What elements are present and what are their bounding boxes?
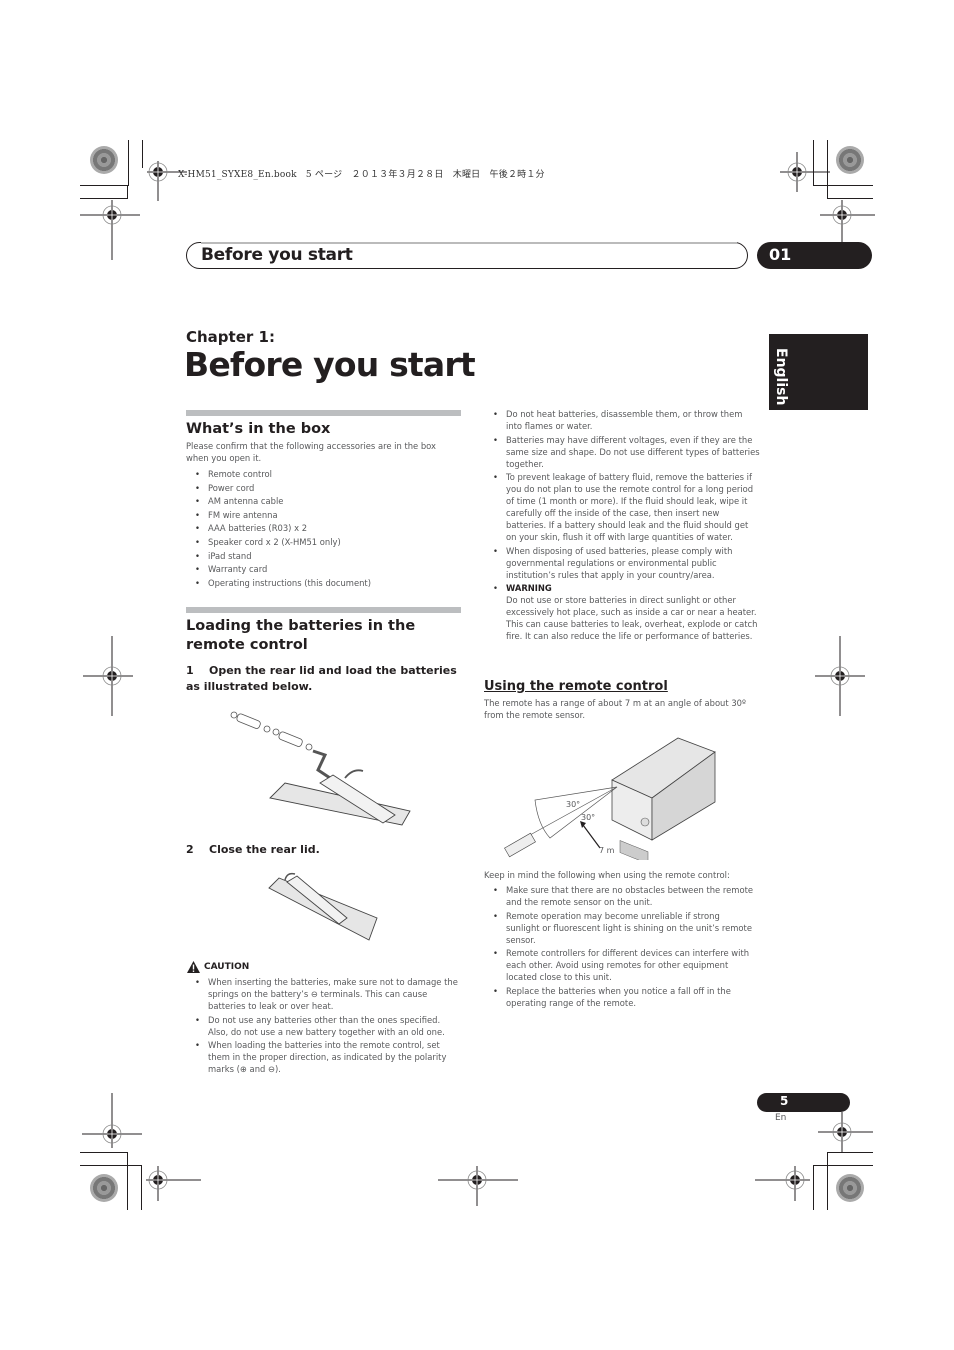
- print-header: X-HM51_SYXE8_En.book 5 ページ ２０１３年３月２８日 木曜…: [178, 170, 545, 180]
- remote-range-text: The remote has a range of about 7 m at a…: [484, 698, 746, 720]
- warning-text: Do not use or store batteries in direct …: [506, 595, 758, 642]
- lid-arrow-icon: [344, 769, 364, 779]
- list-item: Warranty card: [186, 563, 461, 575]
- section-divider: [186, 607, 461, 613]
- crop-line: [80, 1152, 128, 1153]
- crop-line: [80, 185, 129, 186]
- step-number: 1: [186, 664, 194, 677]
- unit-display: [619, 840, 649, 860]
- list-item: Remote controllers for different devices…: [484, 947, 754, 983]
- remote-icon: [504, 832, 536, 858]
- list-item: Batteries may have different voltages, e…: [484, 434, 760, 470]
- section-heading-loading-batteries: Loading the batteries in the remote cont…: [186, 618, 416, 653]
- list-item: When loading the batteries into the remo…: [186, 1039, 462, 1075]
- angle-label-lower: 30°: [581, 813, 595, 822]
- page-number: 5: [780, 1094, 789, 1108]
- section-heading-whats-in-box: What’s in the box: [186, 421, 331, 437]
- registration-crosshair-icon: [780, 152, 830, 192]
- list-item: Make sure that there are no obstacles be…: [484, 884, 754, 908]
- section-divider: [186, 410, 461, 416]
- list-item: To prevent leakage of battery fluid, rem…: [484, 471, 760, 543]
- range-label: 7 m: [599, 846, 615, 855]
- list-item: Remote operation may become unreliable i…: [484, 910, 754, 946]
- list-item: AM antenna cable: [186, 495, 461, 507]
- insert-arrow-icon: [312, 749, 331, 780]
- page-title: Before you start: [184, 345, 476, 384]
- registration-crosshair-icon: [818, 1112, 873, 1152]
- warning-item: WARNING Do not use or store batteries in…: [484, 582, 760, 642]
- registration-crosshair-icon: [146, 1166, 201, 1201]
- language-tab: English: [769, 334, 868, 410]
- list-item: Replace the batteries when you notice a …: [484, 985, 754, 1009]
- page-language-code: En: [775, 1113, 787, 1123]
- list-item: Remote control: [186, 468, 461, 480]
- registration-crosshair-icon: [82, 1093, 142, 1148]
- crop-line: [127, 1152, 128, 1210]
- remote-range-diagram: 30° 30° 7 m: [504, 737, 716, 860]
- list-item: Do not heat batteries, disassemble them,…: [484, 408, 760, 432]
- range-arc: [534, 786, 618, 839]
- step-1: 1 Open the rear lid and load the batterie…: [186, 663, 461, 695]
- list-item: FM wire antenna: [186, 509, 461, 521]
- section-heading-using-remote: Using the remote control: [484, 679, 668, 694]
- registration-rosette-icon: [836, 1174, 864, 1202]
- battery-precautions-list: Do not heat batteries, disassemble them,…: [484, 408, 760, 644]
- angle-label-upper: 30°: [566, 800, 580, 809]
- volume-knob-icon: [640, 817, 650, 827]
- whats-in-box-intro: Please confirm that the following access…: [186, 441, 436, 463]
- step-2: 2 Close the rear lid.: [186, 842, 461, 858]
- crop-line: [827, 1152, 873, 1153]
- list-item: Do not use any batteries other than the …: [186, 1014, 462, 1038]
- crop-line: [80, 1165, 142, 1166]
- registration-rosette-icon: [836, 146, 864, 174]
- chapter-label: Chapter 1:: [186, 328, 275, 346]
- registration-rosette-icon: [90, 1174, 118, 1202]
- caution-list: When inserting the batteries, make sure …: [186, 976, 462, 1077]
- close-lid-illustration: [268, 872, 378, 941]
- step-text: Close the rear lid.: [209, 843, 320, 856]
- keep-in-mind-text: Keep in mind the following when using th…: [484, 870, 730, 880]
- registration-crosshair-icon: [83, 636, 133, 716]
- registration-crosshair-icon: [438, 1166, 518, 1206]
- list-item: Operating instructions (this document): [186, 577, 461, 589]
- crop-line: [813, 1165, 873, 1166]
- crop-line: [142, 140, 143, 168]
- battery-loading-illustration: [230, 711, 411, 826]
- language-label: English: [773, 348, 789, 406]
- crop-line: [813, 1165, 814, 1210]
- battery-icon: [230, 711, 313, 751]
- list-item: When inserting the batteries, make sure …: [186, 976, 462, 1012]
- range-arrow: [582, 824, 601, 849]
- crop-line: [827, 198, 873, 199]
- crop-line: [128, 140, 129, 185]
- remote-usage-list: Make sure that there are no obstacles be…: [484, 884, 754, 1010]
- caution-title: CAUTION: [204, 962, 250, 972]
- accessories-list: Remote control Power cord AM antenna cab…: [186, 468, 461, 590]
- list-item: Speaker cord x 2 (X-HM51 only): [186, 536, 461, 548]
- crop-line: [827, 1152, 828, 1210]
- registration-crosshair-icon: [815, 636, 865, 716]
- chapter-number-badge: 01: [757, 242, 872, 269]
- caution-heading: CAUTION: [187, 961, 249, 973]
- registration-crosshair-icon: [820, 200, 875, 245]
- crop-line: [127, 185, 128, 199]
- list-item: Power cord: [186, 482, 461, 494]
- list-item: iPad stand: [186, 550, 461, 562]
- running-header: Before you start: [186, 242, 748, 269]
- list-item: AAA batteries (R03) x 2: [186, 522, 461, 534]
- header-rule: [201, 242, 737, 244]
- registration-rosette-icon: [90, 146, 118, 174]
- registration-crosshair-icon: [80, 200, 140, 260]
- chapter-number: 01: [769, 245, 792, 264]
- crop-line: [141, 1165, 142, 1210]
- warning-triangle-icon: [187, 961, 200, 973]
- step-text: Open the rear lid and load the batteries…: [186, 664, 457, 693]
- list-item: When disposing of used batteries, please…: [484, 545, 760, 581]
- warning-title: WARNING: [506, 583, 552, 594]
- step-number: 2: [186, 843, 194, 856]
- page-number-badge: 5: [757, 1093, 850, 1112]
- crop-line: [80, 198, 127, 199]
- registration-crosshair-icon: [755, 1166, 810, 1201]
- running-header-title: Before you start: [201, 245, 353, 265]
